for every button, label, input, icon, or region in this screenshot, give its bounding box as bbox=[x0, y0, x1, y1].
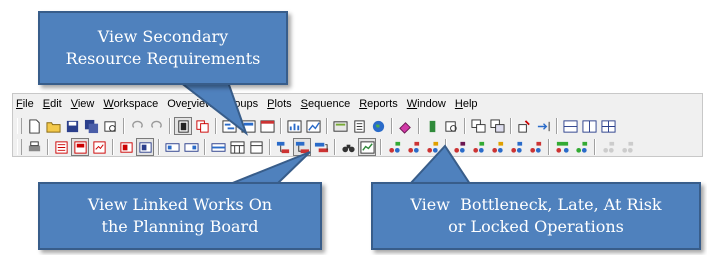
callout-text-line1: View Bottleneck, Late, At Risk bbox=[410, 195, 662, 214]
callout-text-line2: or Locked Operations bbox=[448, 217, 624, 236]
callout-box: View Bottleneck, Late, At Risk or Locked… bbox=[371, 182, 701, 250]
